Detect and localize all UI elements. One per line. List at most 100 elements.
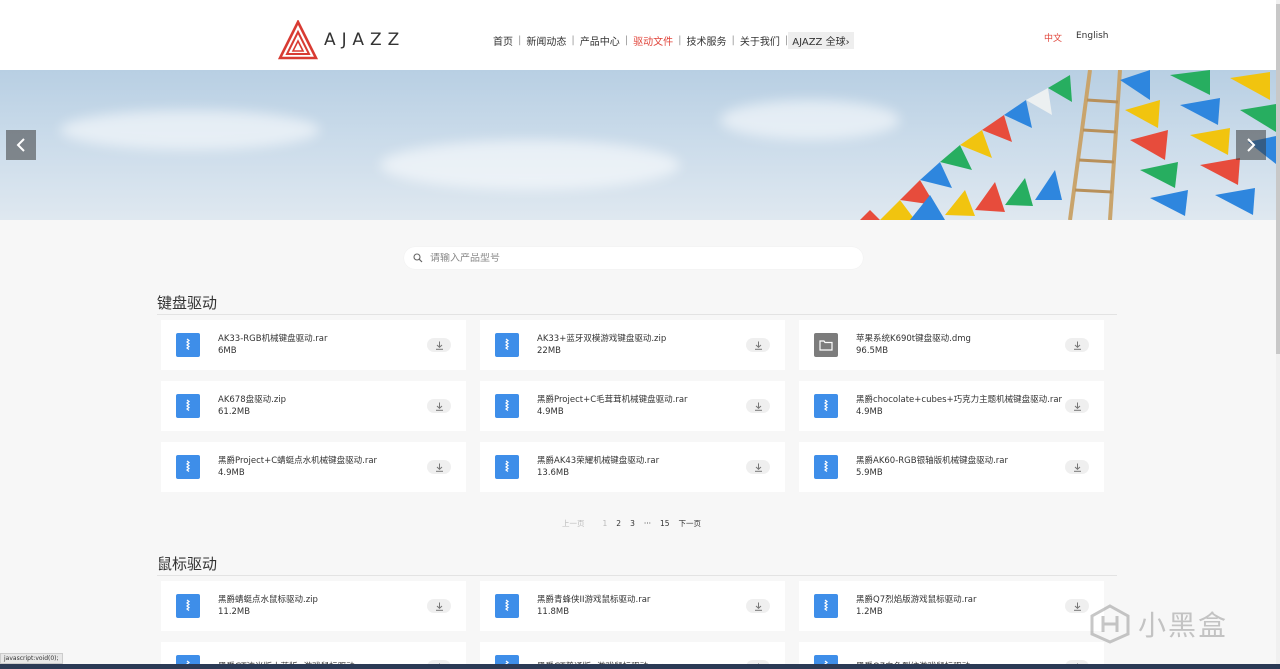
- driver-file-card[interactable]: 苹果系统K690t键盘驱动.dmg 96.5MB: [799, 320, 1104, 370]
- file-name: 黑爵AK43荣耀机械键盘驱动.rar: [537, 456, 660, 466]
- file-info: 黑爵Project+C蜻蜓点水机械键盘驱动.rar 4.9MB: [218, 455, 377, 479]
- prayer-flags-illustration: [860, 70, 1276, 220]
- ajazz-logo-icon: [278, 20, 318, 60]
- download-button[interactable]: [746, 599, 770, 613]
- nav-item-global[interactable]: AJAZZ 全球›: [788, 32, 854, 49]
- file-info: AK678盘驱动.zip 61.2MB: [218, 394, 286, 418]
- driver-file-card[interactable]: 黑爵AK43荣耀机械键盘驱动.rar 13.6MB: [480, 442, 785, 492]
- driver-file-card[interactable]: 黑爵AK60-RGB银轴版机械键盘驱动.rar 5.9MB: [799, 442, 1104, 492]
- file-name: 黑爵Project+C毛茸茸机械键盘驱动.rar: [537, 395, 688, 405]
- download-icon: [435, 341, 443, 350]
- zip-file-icon: [176, 594, 200, 618]
- nav-item-about[interactable]: 关于我们: [735, 33, 785, 48]
- file-info: 黑爵Project+C毛茸茸机械键盘驱动.rar 4.9MB: [537, 394, 688, 418]
- file-size: 4.9MB: [218, 468, 245, 478]
- file-info: 黑爵AK60-RGB银轴版机械键盘驱动.rar 5.9MB: [856, 455, 1008, 479]
- file-name: 黑爵AK60-RGB银轴版机械键盘驱动.rar: [856, 456, 1008, 466]
- download-icon: [435, 402, 443, 411]
- chevron-left-icon: [16, 138, 25, 152]
- file-size: 1.2MB: [856, 607, 883, 617]
- pagination-page[interactable]: 2: [616, 519, 621, 528]
- pagination-prev[interactable]: 上一页: [562, 518, 585, 529]
- file-name: 黑爵chocolate+cubes+巧克力主题机械键盘驱动.rar: [856, 395, 1063, 405]
- zip-file-icon: [176, 394, 200, 418]
- download-button[interactable]: [427, 399, 451, 413]
- download-icon: [754, 402, 762, 411]
- driver-file-card[interactable]: 黑爵蜻蜓点水鼠标驱动.zip 11.2MB: [161, 581, 466, 631]
- file-size: 5.9MB: [856, 468, 883, 478]
- driver-file-card[interactable]: AK33+蓝牙双模游戏键盘驱动.zip 22MB: [480, 320, 785, 370]
- zip-file-icon: [495, 394, 519, 418]
- nav-item-home[interactable]: 首页: [488, 33, 518, 48]
- nav-item-news[interactable]: 新闻动态: [521, 33, 571, 48]
- search-input[interactable]: [430, 252, 850, 264]
- heybox-logo-icon: [1090, 604, 1130, 644]
- download-icon: [754, 602, 762, 611]
- download-button[interactable]: [1065, 599, 1089, 613]
- main-nav: 首页 | 新闻动态 | 产品中心 | 驱动文件 | 技术服务 | 关于我们 | …: [488, 32, 854, 49]
- lang-english-link[interactable]: English: [1076, 31, 1109, 41]
- pagination-next[interactable]: 下一页: [679, 518, 702, 529]
- file-info: 黑爵chocolate+cubes+巧克力主题机械键盘驱动.rar 4.9MB: [856, 394, 1062, 418]
- keyboard-section-title: 键盘驱动: [157, 294, 218, 312]
- nav-item-products[interactable]: 产品中心: [575, 33, 625, 48]
- file-info: AK33-RGB机械键盘驱动.rar 6MB: [218, 333, 328, 357]
- download-button[interactable]: [746, 460, 770, 474]
- driver-file-card[interactable]: 黑爵青蜂侠II游戏鼠标驱动.rar 11.8MB: [480, 581, 785, 631]
- file-size: 13.6MB: [537, 468, 570, 478]
- download-button[interactable]: [427, 338, 451, 352]
- driver-file-card[interactable]: 黑爵Project+C蜻蜓点水机械键盘驱动.rar 4.9MB: [161, 442, 466, 492]
- zip-file-icon: [495, 333, 519, 357]
- pagination: 上一页 1 2 3 ··· 15 下一页: [562, 518, 710, 529]
- product-search-box[interactable]: [404, 247, 863, 269]
- file-name: 黑爵青蜂侠II游戏鼠标驱动.rar: [537, 595, 651, 605]
- file-info: 黑爵Q7烈焰版游戏鼠标驱动.rar 1.2MB: [856, 594, 977, 618]
- download-icon: [754, 463, 762, 472]
- banner-next-button[interactable]: [1236, 130, 1266, 160]
- nav-item-drivers[interactable]: 驱动文件: [628, 33, 678, 48]
- file-info: AK33+蓝牙双模游戏键盘驱动.zip 22MB: [537, 333, 666, 357]
- file-size: 11.2MB: [218, 607, 251, 617]
- file-info: 黑爵AK43荣耀机械键盘驱动.rar 13.6MB: [537, 455, 659, 479]
- folder-file-icon: [814, 333, 838, 357]
- driver-file-card[interactable]: 黑爵Project+C毛茸茸机械键盘驱动.rar 4.9MB: [480, 381, 785, 431]
- download-button[interactable]: [427, 460, 451, 474]
- file-size: 4.9MB: [537, 407, 564, 417]
- download-icon: [1073, 402, 1081, 411]
- download-button[interactable]: [746, 399, 770, 413]
- scrollbar-thumb[interactable]: [1276, 4, 1280, 354]
- download-button[interactable]: [427, 599, 451, 613]
- download-icon: [754, 341, 762, 350]
- page-scrollbar[interactable]: [1276, 0, 1280, 669]
- driver-file-card[interactable]: 黑爵Q7烈焰版游戏鼠标驱动.rar 1.2MB: [799, 581, 1104, 631]
- download-button[interactable]: [1065, 399, 1089, 413]
- download-button[interactable]: [1065, 460, 1089, 474]
- driver-file-card[interactable]: 黑爵chocolate+cubes+巧克力主题机械键盘驱动.rar 4.9MB: [799, 381, 1104, 431]
- file-name: 黑爵Project+C蜻蜓点水机械键盘驱动.rar: [218, 456, 378, 466]
- file-name: 黑爵蜻蜓点水鼠标驱动.zip: [218, 595, 318, 605]
- download-icon: [435, 463, 443, 472]
- file-info: 黑爵蜻蜓点水鼠标驱动.zip 11.2MB: [218, 594, 318, 618]
- watermark: 小黑盒: [1088, 604, 1228, 644]
- lang-chinese-link[interactable]: 中文: [1044, 31, 1062, 44]
- driver-file-card[interactable]: AK33-RGB机械键盘驱动.rar 6MB: [161, 320, 466, 370]
- download-button[interactable]: [746, 338, 770, 352]
- banner-prev-button[interactable]: [6, 130, 36, 160]
- brand-logo[interactable]: AJAZZ: [278, 20, 405, 60]
- pagination-page[interactable]: 3: [630, 519, 635, 528]
- keyboard-driver-grid: AK33-RGB机械键盘驱动.rar 6MB AK33+蓝牙双模游戏键盘驱动.zip…: [161, 320, 1104, 492]
- driver-file-card[interactable]: AK678盘驱动.zip 61.2MB: [161, 381, 466, 431]
- browser-status-bar: javascript:void(0);: [0, 653, 63, 664]
- brand-name: AJAZZ: [324, 30, 406, 50]
- zip-file-icon: [814, 394, 838, 418]
- pagination-page[interactable]: 15: [660, 519, 670, 528]
- chevron-right-icon: [1247, 138, 1256, 152]
- section-divider: [157, 575, 1117, 576]
- zip-file-icon: [814, 455, 838, 479]
- download-button[interactable]: [1065, 338, 1089, 352]
- nav-item-support[interactable]: 技术服务: [682, 33, 732, 48]
- pagination-page-current: 1: [602, 519, 608, 528]
- mouse-driver-grid: 黑爵蜻蜓点水鼠标驱动.zip 11.2MB 黑爵青蜂侠II游戏鼠标驱动.rar 11.…: [161, 581, 1104, 669]
- section-divider: [157, 314, 1117, 315]
- pagination-ellipsis: ···: [643, 519, 651, 528]
